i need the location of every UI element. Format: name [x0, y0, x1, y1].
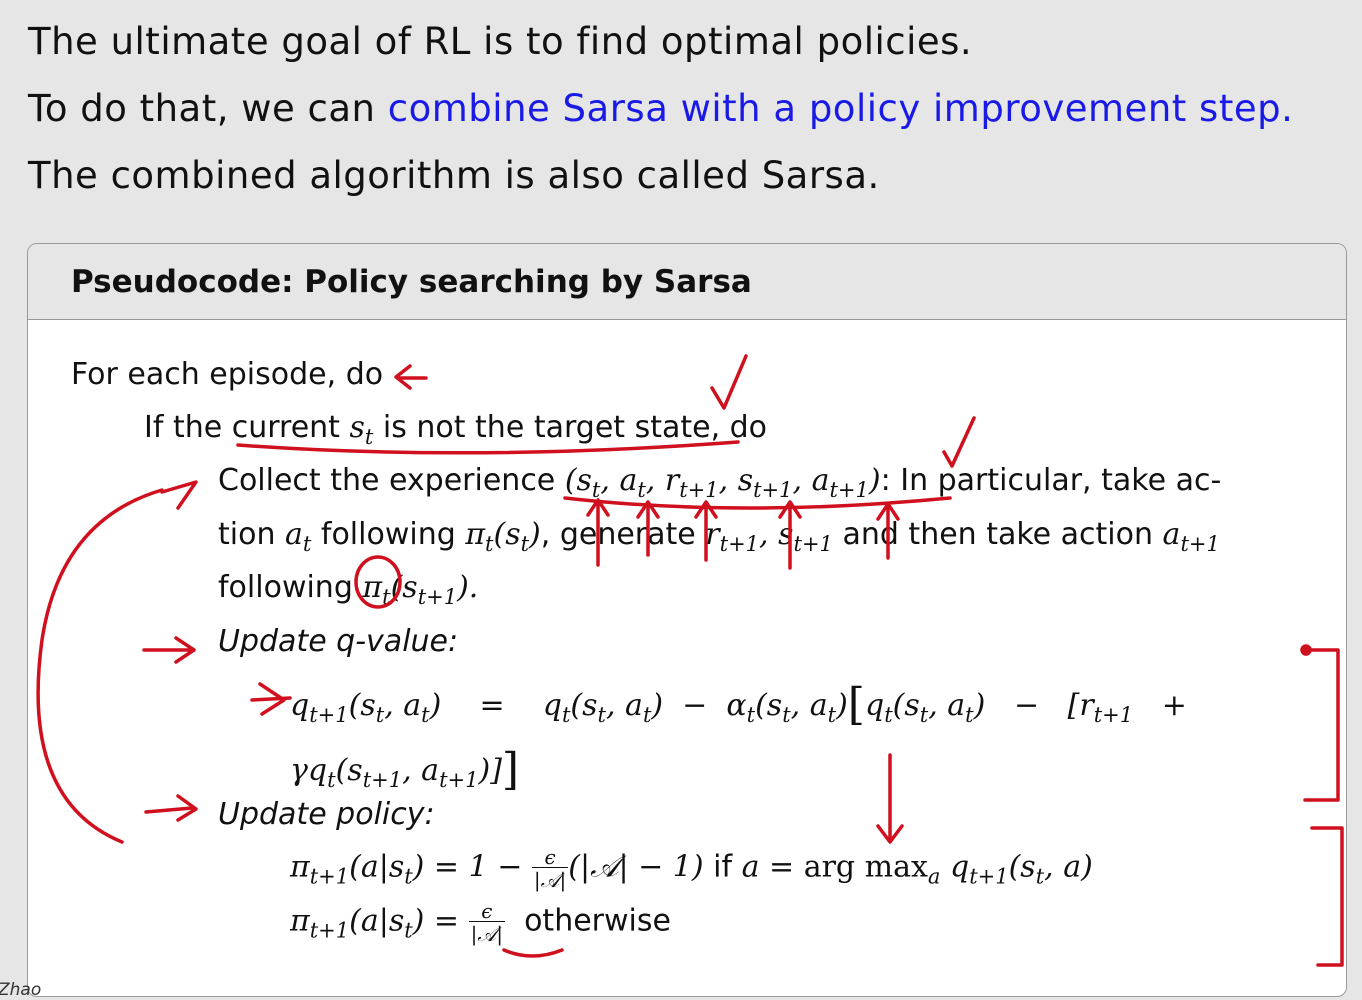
if-target-state-line: If the current st is not the target stat… [144, 410, 767, 449]
collect-f: and then take action [832, 517, 1163, 552]
intro-line-1: The ultimate goal of RL is to find optim… [28, 20, 973, 63]
math-at1: at+1 [1162, 517, 1220, 556]
math-reward-next: rt+1, st+1 [705, 517, 833, 556]
q-update-eq-line-1: qt+1(st, at) = qt(st, at) − αt(st, at)[q… [290, 679, 1187, 730]
policy-improvement-link[interactable]: combine Sarsa with a policy improvement … [388, 87, 1294, 130]
for-each-episode: For each episode, do [71, 357, 384, 392]
intro-line-2-text: To do that, we can [28, 87, 388, 130]
collect-c: tion [218, 517, 286, 552]
collect-line-3: following πt(st+1). [218, 570, 478, 609]
math-at: at [285, 517, 312, 556]
collect-line-1: Collect the experience (st, at, rt+1, st… [218, 463, 1221, 502]
policy-if: if [703, 849, 742, 885]
if-prefix: If the current [144, 410, 350, 445]
update-q-label: Update q-value: [218, 624, 459, 659]
math-experience: (st, at, rt+1, st+1, at+1) [564, 463, 881, 502]
pseudocode-title: Pseudocode: Policy searching by Sarsa [28, 244, 1346, 320]
pseudocode-box: Pseudocode: Policy searching by Sarsa Fo… [27, 243, 1347, 997]
collect-b: : In particular, take ac- [880, 463, 1222, 498]
collect-a: Collect the experience [218, 463, 565, 498]
collect-e: , generate [540, 517, 706, 552]
math-pi-st: πt(st) [465, 517, 541, 556]
author-footer: Zhao [0, 980, 42, 1000]
q-update-eq-line-2: γqt(st+1, at+1)]] [290, 744, 520, 795]
policy-otherwise: otherwise [524, 903, 671, 939]
collect-d: following [311, 517, 466, 552]
if-middle: is not the target state, do [373, 410, 768, 445]
update-policy-label: Update policy: [218, 797, 435, 832]
math-st: st [349, 410, 374, 449]
intro-line-3: The combined algorithm is also called Sa… [28, 154, 880, 197]
intro-line-2: To do that, we can combine Sarsa with a … [28, 87, 1293, 130]
collect-line-2: tion at following πt(st), generate rt+1,… [218, 517, 1220, 556]
policy-eq-greedy: πt+1(a|st) = 1 − ϵ |𝒜| (|𝒜| − 1) if a = ar… [290, 845, 1093, 892]
policy-eq-other: πt+1(a|st) = ϵ |𝒜| otherwise [290, 899, 671, 946]
collect-g: following [218, 570, 363, 605]
math-pi-st1: πt(st+1). [362, 570, 479, 609]
